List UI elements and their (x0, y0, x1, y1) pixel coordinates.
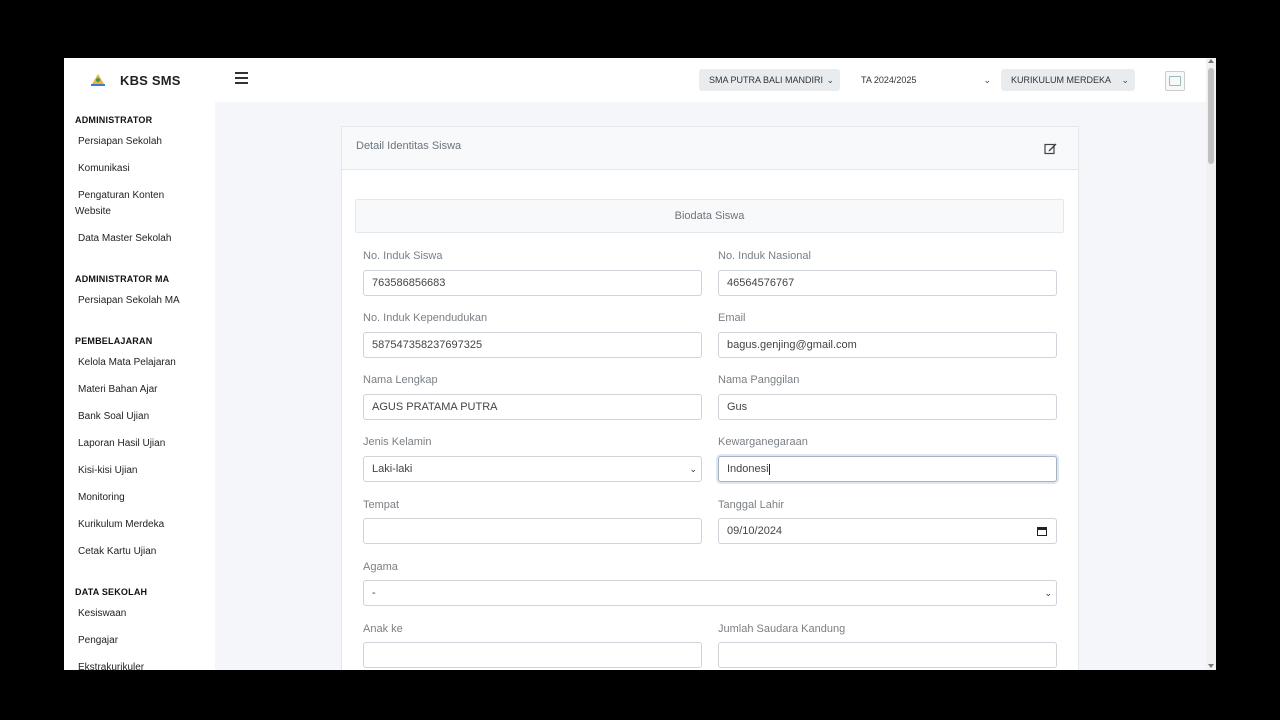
kewarganegaraan-label: Kewarganegaraan (718, 436, 808, 448)
jenis-kelamin-label: Jenis Kelamin (363, 436, 432, 448)
sidebar-item-kisi-kisi-ujian[interactable]: Kisi-kisi Ujian (78, 463, 202, 479)
scrollbar-thumb[interactable] (1208, 68, 1214, 164)
biodata-section-title: Biodata Siswa (355, 199, 1064, 233)
curriculum-select-value: KURIKULUM MERDEKA (1011, 75, 1112, 85)
nisn-label: No. Induk Nasional (718, 250, 811, 262)
sidebar: KBS SMS ADMINISTRATOR Persiapan Sekolah … (64, 58, 215, 670)
tanggal-lahir-label: Tanggal Lahir (718, 499, 785, 511)
app-window: KBS SMS ADMINISTRATOR Persiapan Sekolah … (64, 58, 1216, 670)
app-name: KBS SMS (120, 72, 181, 88)
agama-select[interactable]: - ⌄ (363, 580, 1057, 606)
year-select[interactable]: TA 2024/2025 ⌄ (851, 69, 997, 91)
sidebar-heading-data-sekolah: DATA SEKOLAH (75, 587, 148, 597)
sidebar-heading-administrator: ADMINISTRATOR (75, 115, 153, 125)
jumlah-saudara-label: Jumlah Saudara Kandung (718, 623, 846, 635)
tanggal-lahir-input[interactable]: 09/10/2024 (718, 518, 1057, 544)
chevron-down-icon: ⌄ (1044, 588, 1052, 598)
scroll-up-arrow[interactable] (1208, 59, 1214, 63)
chevron-down-icon: ⌄ (983, 75, 991, 85)
edit-icon[interactable] (1044, 142, 1057, 155)
nisn-input[interactable]: 46564576767 (718, 270, 1057, 296)
agama-value: - (372, 587, 376, 599)
anak-ke-label: Anak ke (363, 623, 403, 635)
page-scrollbar[interactable] (1206, 58, 1216, 670)
nama-panggilan-label: Nama Panggilan (718, 374, 800, 386)
sidebar-heading-pembelajaran: PEMBELAJARAN (75, 336, 153, 346)
email-label: Email (718, 312, 746, 324)
chevron-down-icon: ⌄ (689, 464, 697, 474)
year-select-value: TA 2024/2025 (861, 75, 917, 85)
nama-panggilan-input[interactable]: Gus (718, 394, 1057, 420)
school-select-value: SMA PUTRA BALI MANDIRI (709, 75, 824, 85)
sidebar-item-ekstrakurikuler[interactable]: Ekstrakurikuler (78, 660, 202, 670)
agama-label: Agama (363, 561, 398, 573)
logo-icon (91, 74, 105, 86)
sidebar-item-pengajar[interactable]: Pengajar (78, 633, 202, 649)
sidebar-item-data-master-sekolah[interactable]: Data Master Sekolah (78, 231, 202, 247)
sidebar-item-kelola-mata-pelajaran[interactable]: Kelola Mata Pelajaran (78, 355, 202, 371)
email-input[interactable]: bagus.genjing@gmail.com (718, 332, 1057, 358)
jenis-kelamin-select[interactable]: Laki-laki ⌄ (363, 456, 702, 482)
card-header: Detail Identitas Siswa (342, 127, 1078, 170)
chevron-down-icon: ⌄ (1121, 75, 1129, 85)
sidebar-item-bank-soal-ujian[interactable]: Bank Soal Ujian (78, 409, 202, 425)
sidebar-item-cetak-kartu-ujian[interactable]: Cetak Kartu Ujian (78, 544, 202, 560)
sidebar-item-monitoring[interactable]: Monitoring (78, 490, 202, 506)
nama-lengkap-label: Nama Lengkap (363, 374, 438, 386)
scroll-down-arrow[interactable] (1208, 664, 1214, 668)
sidebar-item-persiapan-sekolah-ma[interactable]: Persiapan Sekolah MA (78, 293, 202, 309)
nama-lengkap-input[interactable]: AGUS PRATAMA PUTRA (363, 394, 702, 420)
chevron-down-icon: ⌄ (826, 75, 834, 85)
kewarganegaraan-input[interactable]: Indonesi (718, 456, 1057, 482)
nis-label: No. Induk Siswa (363, 250, 443, 262)
nik-label: No. Induk Kependudukan (363, 312, 488, 324)
topbar: SMA PUTRA BALI MANDIRI ⌄ TA 2024/2025 ⌄ … (215, 58, 1206, 102)
calendar-icon[interactable] (1037, 526, 1047, 536)
sidebar-heading-administrator-ma: ADMINISTRATOR MA (75, 274, 170, 284)
school-select[interactable]: SMA PUTRA BALI MANDIRI ⌄ (699, 69, 840, 91)
jumlah-saudara-input[interactable] (718, 642, 1057, 668)
tempat-input[interactable] (363, 518, 702, 544)
nis-input[interactable]: 763586856683 (363, 270, 702, 296)
kewarganegaraan-value: Indonesi (727, 463, 769, 475)
card-title: Detail Identitas Siswa (356, 140, 462, 152)
detail-card: Detail Identitas Siswa Biodata Siswa No.… (341, 126, 1079, 670)
sidebar-item-kurikulum-merdeka[interactable]: Kurikulum Merdeka (78, 517, 202, 533)
hamburger-icon[interactable] (235, 72, 248, 84)
text-caret (768, 463, 770, 475)
tempat-label: Tempat (363, 499, 400, 511)
brand[interactable]: KBS SMS (90, 70, 181, 90)
anak-ke-input[interactable] (363, 642, 702, 668)
nik-input[interactable]: 587547358237697325 (363, 332, 702, 358)
avatar-image[interactable] (1165, 71, 1185, 91)
sidebar-item-pengaturan-konten-website[interactable]: Pengaturan Konten Website (75, 188, 185, 220)
jenis-kelamin-value: Laki-laki (372, 463, 413, 475)
sidebar-item-laporan-hasil-ujian[interactable]: Laporan Hasil Ujian (78, 436, 202, 452)
sidebar-item-kesiswaan[interactable]: Kesiswaan (78, 606, 202, 622)
sidebar-item-materi-bahan-ajar[interactable]: Materi Bahan Ajar (78, 382, 202, 398)
sidebar-item-komunikasi[interactable]: Komunikasi (78, 161, 202, 177)
curriculum-select[interactable]: KURIKULUM MERDEKA ⌄ (1001, 69, 1135, 91)
sidebar-item-persiapan-sekolah[interactable]: Persiapan Sekolah (78, 134, 202, 150)
tanggal-lahir-value: 09/10/2024 (727, 525, 783, 537)
